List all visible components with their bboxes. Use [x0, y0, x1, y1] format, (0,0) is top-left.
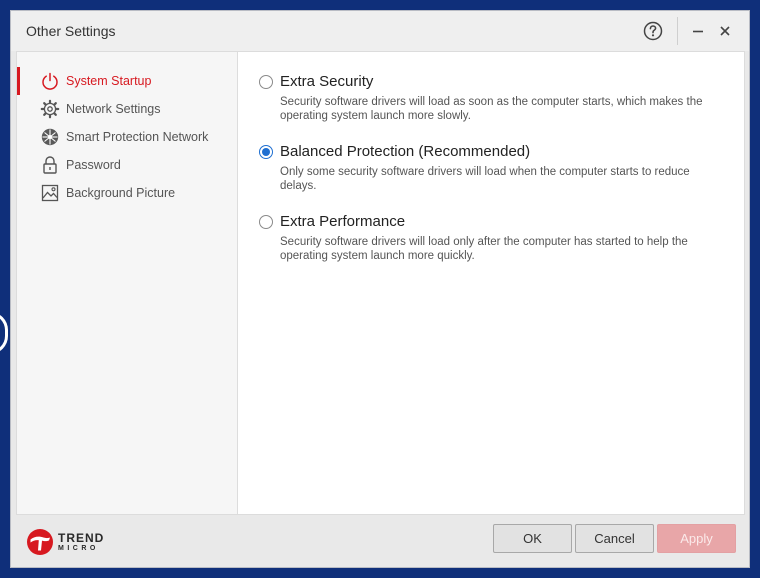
sidebar: System Startup Network Settings Smart Pr…	[17, 52, 238, 514]
logo-wordmark-trend: TREND	[58, 531, 105, 545]
extra-security-radio[interactable]	[259, 75, 273, 89]
logo-wordmark-micro: MICRO	[58, 545, 99, 552]
sidebar-item-smart-protection-network[interactable]: Smart Protection Network	[17, 123, 237, 151]
minimize-button[interactable]	[688, 21, 708, 41]
question-circle-icon	[643, 21, 663, 41]
option-description: Security software drivers will load as s…	[280, 96, 703, 122]
cancel-button[interactable]: Cancel	[575, 524, 654, 553]
footer: TREND MICRO OK Cancel Apply	[11, 516, 749, 567]
sidebar-item-label: Smart Protection Network	[66, 130, 209, 144]
title-bar: Other Settings	[11, 11, 749, 51]
sidebar-item-password[interactable]: Password	[17, 151, 237, 179]
trend-micro-logo: TREND MICRO	[26, 528, 116, 558]
minimize-icon	[693, 30, 703, 33]
lock-icon	[39, 154, 61, 176]
apply-button[interactable]: Apply	[657, 524, 736, 553]
option-title: Balanced Protection (Recommended)	[280, 143, 531, 160]
extra-performance-radio[interactable]	[259, 215, 273, 229]
window-title: Other Settings	[26, 23, 116, 39]
globe-network-icon	[39, 126, 61, 148]
desktop-background-mark	[0, 312, 8, 354]
trend-micro-logo-icon	[27, 529, 53, 555]
sidebar-item-system-startup[interactable]: System Startup	[17, 67, 237, 95]
option-description: Security software drivers will load only…	[280, 236, 688, 262]
close-button[interactable]	[715, 21, 735, 41]
option-title: Extra Performance	[280, 213, 406, 230]
option-title: Extra Security	[280, 73, 374, 90]
option-description: Only some security software drivers will…	[280, 166, 690, 192]
title-bar-divider	[677, 17, 678, 45]
picture-icon	[39, 182, 61, 204]
ok-button[interactable]: OK	[493, 524, 572, 553]
content-panel: System Startup Network Settings Smart Pr…	[16, 51, 745, 515]
sidebar-item-label: Background Picture	[66, 186, 176, 200]
sidebar-item-background-picture[interactable]: Background Picture	[17, 179, 237, 207]
sidebar-item-label: Password	[66, 158, 121, 172]
sidebar-item-label: Network Settings	[66, 102, 161, 116]
gear-icon	[39, 98, 61, 120]
power-icon	[39, 70, 61, 92]
sidebar-item-label: System Startup	[66, 74, 152, 88]
settings-window: Other Settings System Startup Network Se…	[10, 10, 750, 568]
balanced-protection-radio[interactable]	[259, 145, 273, 159]
startup-options-panel: Extra Security Security software drivers…	[239, 52, 744, 514]
help-button[interactable]	[643, 21, 663, 41]
sidebar-item-network-settings[interactable]: Network Settings	[17, 95, 237, 123]
close-icon	[720, 26, 730, 36]
